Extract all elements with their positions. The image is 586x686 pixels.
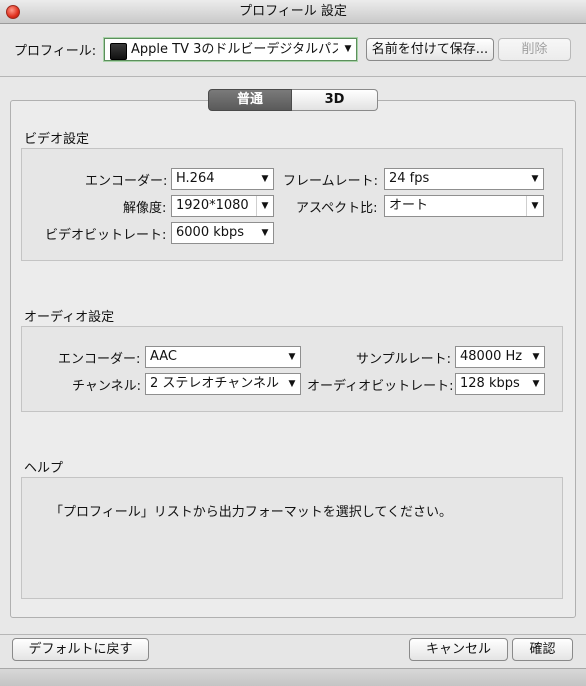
- sample-rate-select[interactable]: 48000 Hz ▼: [455, 346, 545, 368]
- audio-bitrate-value: 128 kbps: [460, 376, 520, 391]
- channel-value: 2 ステレオチャンネル: [150, 376, 280, 391]
- chevron-down-icon[interactable]: ▼: [256, 196, 273, 216]
- channel-label: チャンネル:: [72, 379, 141, 394]
- aspect-ratio-value: オート: [389, 198, 429, 213]
- ok-button[interactable]: 確認: [512, 638, 573, 661]
- profile-select[interactable]: Apple TV 3のドルビーデジタルパス ▼: [104, 38, 357, 61]
- audio-settings-group: [21, 326, 563, 412]
- chevron-down-icon: ▼: [257, 223, 273, 243]
- help-heading: ヘルプ: [24, 461, 64, 476]
- channel-select[interactable]: 2 ステレオチャンネル ▼: [145, 373, 301, 395]
- aspect-ratio-label: アスペクト比:: [296, 201, 378, 216]
- audio-encoder-label: エンコーダー:: [58, 352, 141, 367]
- help-text: 「プロフィール」リストから出力フォーマットを選択してください。: [50, 505, 452, 520]
- audio-encoder-value: AAC: [150, 349, 177, 364]
- chevron-down-icon: ▼: [528, 347, 544, 367]
- delete-button[interactable]: 削除: [498, 38, 571, 61]
- resize-status-bar: [0, 668, 586, 686]
- framerate-select[interactable]: 24 fps ▼: [384, 168, 544, 190]
- resolution-label: 解像度:: [123, 201, 167, 216]
- audio-encoder-select[interactable]: AAC ▼: [145, 346, 301, 368]
- save-as-button[interactable]: 名前を付けて保存...: [366, 38, 494, 61]
- sample-rate-value: 48000 Hz: [460, 349, 523, 364]
- chevron-down-icon: ▼: [257, 169, 273, 189]
- chevron-down-icon: ▼: [340, 39, 356, 60]
- aspect-ratio-combo[interactable]: オート ▼: [384, 195, 544, 217]
- audio-bitrate-label: オーディオビットレート:: [307, 379, 454, 394]
- chevron-down-icon: ▼: [284, 347, 300, 367]
- profile-select-value: Apple TV 3のドルビーデジタルパス: [131, 42, 338, 57]
- video-bitrate-value: 6000 kbps: [176, 225, 245, 240]
- framerate-value: 24 fps: [389, 171, 430, 186]
- tab-3d[interactable]: 3D: [292, 89, 378, 111]
- video-encoder-value: H.264: [176, 171, 215, 186]
- chevron-down-icon: ▼: [284, 374, 300, 394]
- chevron-down-icon[interactable]: ▼: [526, 196, 543, 216]
- framerate-label: フレームレート:: [283, 174, 378, 189]
- restore-defaults-button[interactable]: デフォルトに戻す: [12, 638, 149, 661]
- video-encoder-select[interactable]: H.264 ▼: [171, 168, 274, 190]
- chevron-down-icon: ▼: [527, 169, 543, 189]
- video-bitrate-label: ビデオビットレート:: [45, 228, 167, 243]
- sample-rate-label: サンプルレート:: [356, 352, 451, 367]
- profile-label: プロフィール:: [14, 44, 97, 59]
- audio-settings-heading: オーディオ設定: [24, 310, 115, 325]
- cancel-button[interactable]: キャンセル: [409, 638, 508, 661]
- window-title: プロフィール 設定: [239, 4, 347, 19]
- help-box: [21, 477, 563, 599]
- tab-normal[interactable]: 普通: [208, 89, 292, 111]
- resolution-value: 1920*1080: [176, 198, 249, 213]
- video-settings-heading: ビデオ設定: [24, 132, 90, 147]
- video-encoder-label: エンコーダー:: [85, 174, 168, 189]
- apple-tv-icon: [110, 43, 127, 60]
- resolution-combo[interactable]: 1920*1080 ▼: [171, 195, 274, 217]
- video-bitrate-select[interactable]: 6000 kbps ▼: [171, 222, 274, 244]
- chevron-down-icon: ▼: [528, 374, 544, 394]
- audio-bitrate-select[interactable]: 128 kbps ▼: [455, 373, 545, 395]
